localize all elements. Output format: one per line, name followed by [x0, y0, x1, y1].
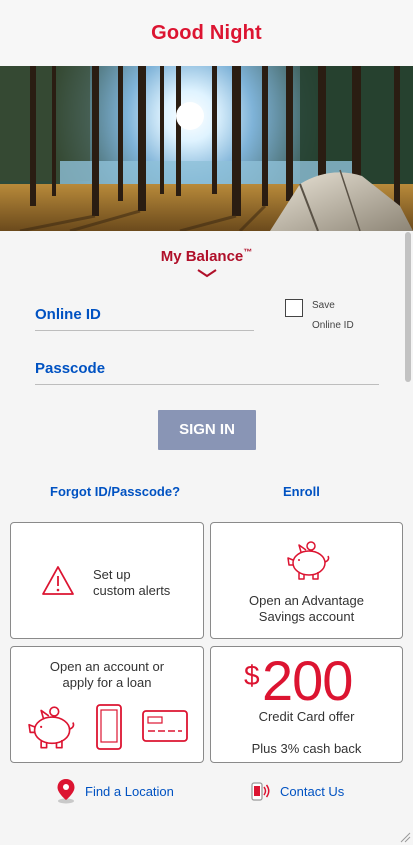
piggy-bank-icon: [28, 706, 75, 749]
savings-text: Open an Advantage Savings account: [211, 593, 402, 625]
find-location-link[interactable]: Find a Location: [85, 784, 174, 799]
custom-alerts-card[interactable]: Set up custom alerts: [10, 522, 204, 639]
save-label-line-1: Save: [312, 300, 335, 311]
my-balance-toggle[interactable]: My Balance™: [0, 247, 413, 265]
contact-phone-icon[interactable]: [250, 780, 272, 802]
alerts-text: Set up custom alerts: [93, 567, 170, 599]
passcode-field[interactable]: Passcode: [35, 360, 105, 377]
alerts-line-1: Set up: [93, 567, 131, 582]
promo-line-2: Plus 3% cash back: [251, 741, 362, 756]
contact-us-link[interactable]: Contact Us: [280, 784, 344, 799]
account-text: Open an account or apply for a loan: [11, 659, 203, 691]
enroll-link[interactable]: Enroll: [283, 484, 320, 499]
save-online-id-label: Save Online ID: [312, 296, 372, 336]
piggy-bank-icon: [287, 541, 330, 580]
online-id-field[interactable]: Online ID: [35, 306, 101, 323]
open-account-card[interactable]: Open an account or apply for a loan: [10, 646, 204, 763]
chevron-down-icon[interactable]: [196, 268, 218, 278]
app-header: Good Night: [0, 0, 413, 66]
account-line-2: apply for a loan: [62, 675, 152, 690]
forgot-id-passcode-link[interactable]: Forgot ID/Passcode?: [50, 484, 180, 499]
advantage-savings-card[interactable]: Open an Advantage Savings account: [210, 522, 403, 639]
my-balance-label: My Balance: [160, 248, 244, 265]
forest-camping-photo: [0, 66, 413, 231]
promo-line-1: Credit Card offer: [258, 709, 355, 724]
hero-image: [0, 66, 413, 231]
resize-grip-icon[interactable]: [399, 831, 411, 843]
greeting-title: Good Night: [151, 22, 262, 44]
promo-amount: 200: [262, 649, 353, 712]
warning-icon: [42, 566, 74, 595]
credit-card-icon: [142, 710, 188, 742]
sign-in-button[interactable]: SIGN IN: [158, 410, 256, 450]
promo-dollar-sign: $: [244, 660, 260, 691]
savings-line-1: Open an Advantage: [249, 593, 364, 608]
passcode-underline: [35, 384, 379, 385]
account-line-1: Open an account or: [49, 659, 165, 674]
alerts-line-2: custom alerts: [93, 583, 171, 598]
online-id-underline: [35, 330, 254, 331]
save-online-id-checkbox[interactable]: [285, 299, 303, 317]
trademark-mark: ™: [243, 247, 253, 257]
savings-line-2: Savings account: [258, 609, 355, 624]
location-pin-icon[interactable]: [56, 778, 76, 804]
phone-icon: [96, 704, 122, 750]
save-label-line-2: Online ID: [312, 320, 354, 331]
